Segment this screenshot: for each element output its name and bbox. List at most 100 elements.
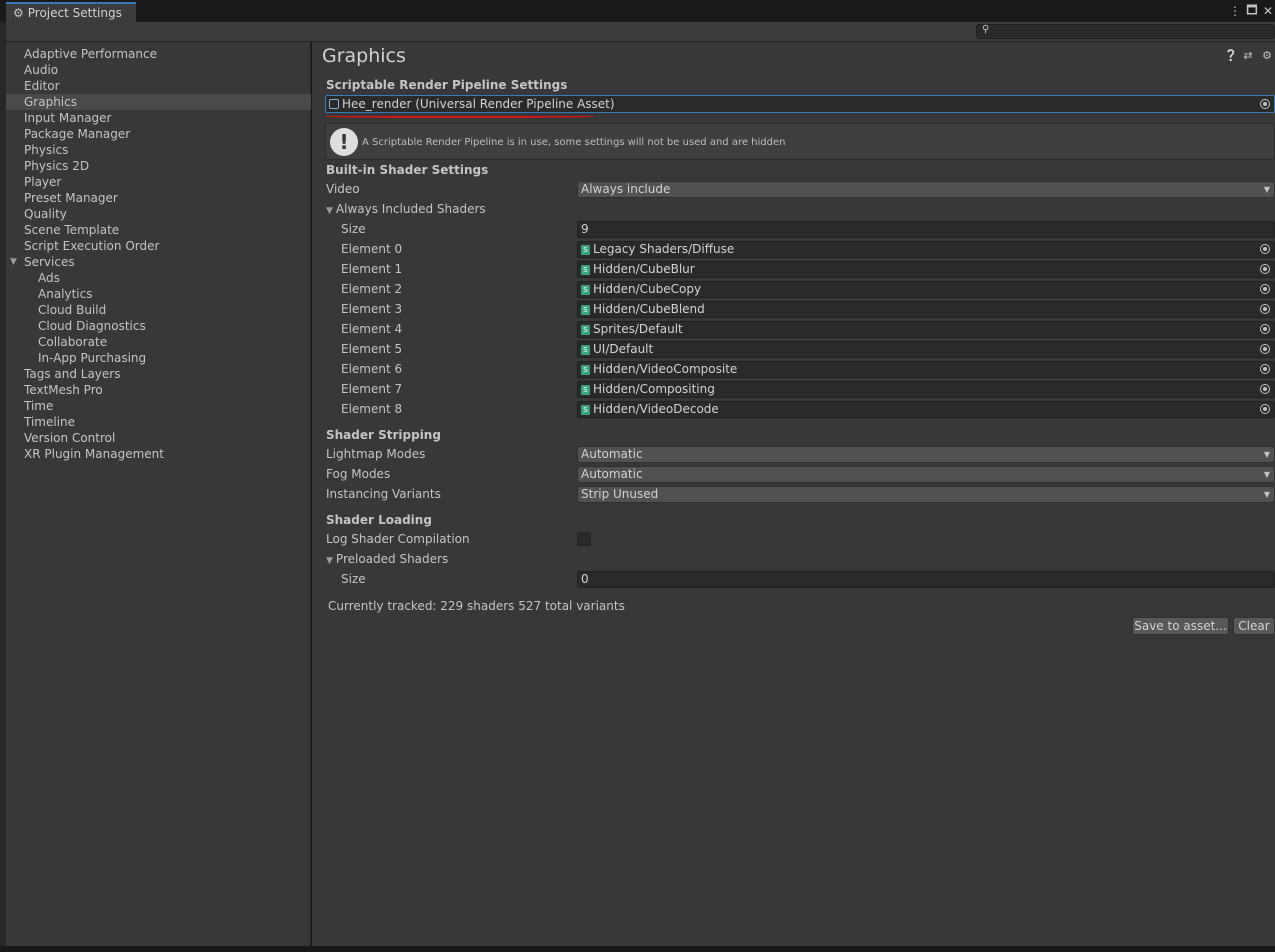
settings-sidebar: Adaptive Performance Audio Editor Graphi… bbox=[6, 42, 311, 946]
sidebar-item-collaborate[interactable]: Collaborate bbox=[6, 334, 311, 350]
dropdown-caret-icon: ▼ bbox=[1263, 490, 1270, 499]
sidebar-item-physics-2d[interactable]: Physics 2D bbox=[6, 158, 311, 174]
help-message: A Scriptable Render Pipeline is in use, … bbox=[362, 137, 786, 148]
element-label: Element 3 bbox=[341, 302, 403, 316]
shader-field[interactable]: S Hidden/CubeCopy bbox=[577, 281, 1275, 298]
page-title: Graphics bbox=[322, 45, 406, 67]
log-shader-compilation-checkbox[interactable] bbox=[577, 532, 591, 546]
close-icon[interactable]: ✕ bbox=[1260, 2, 1275, 20]
object-picker-icon[interactable] bbox=[1260, 364, 1270, 374]
sidebar-item-scene-template[interactable]: Scene Template bbox=[6, 222, 311, 238]
preloaded-shaders-foldout[interactable]: ▼ Preloaded Shaders bbox=[326, 552, 448, 566]
sidebar-item-preset-manager[interactable]: Preset Manager bbox=[6, 190, 311, 206]
sidebar-item-input-manager[interactable]: Input Manager bbox=[6, 110, 311, 126]
maximize-icon[interactable]: 🗖 bbox=[1244, 2, 1260, 20]
sidebar-item-cloud-build[interactable]: Cloud Build bbox=[6, 302, 311, 318]
dropdown-value: Strip Unused bbox=[581, 487, 659, 501]
object-picker-icon[interactable] bbox=[1260, 304, 1270, 314]
sidebar-item-player[interactable]: Player bbox=[6, 174, 311, 190]
sidebar-item-tags-and-layers[interactable]: Tags and Layers bbox=[6, 366, 311, 382]
dropdown-caret-icon: ▼ bbox=[1263, 450, 1270, 459]
object-picker-icon[interactable] bbox=[1260, 404, 1270, 414]
presets-icon[interactable]: ⇄ bbox=[1242, 50, 1254, 62]
shader-loading-heading: Shader Loading bbox=[326, 513, 432, 527]
sidebar-item-version-control[interactable]: Version Control bbox=[6, 430, 311, 446]
settings-icon[interactable]: ⚙ bbox=[1261, 50, 1273, 62]
lightmap-modes-label: Lightmap Modes bbox=[326, 447, 426, 461]
instancing-variants-dropdown[interactable]: Strip Unused ▼ bbox=[577, 486, 1275, 503]
tab-project-settings[interactable]: ⚙ Project Settings bbox=[6, 2, 136, 22]
sidebar-item-analytics[interactable]: Analytics bbox=[6, 286, 311, 302]
element-label: Element 7 bbox=[341, 382, 403, 396]
sidebar-item-adaptive-performance[interactable]: Adaptive Performance bbox=[6, 46, 311, 62]
log-shader-compilation-label: Log Shader Compilation bbox=[326, 532, 470, 546]
clear-button[interactable]: Clear bbox=[1233, 617, 1275, 635]
shader-icon: S bbox=[581, 384, 590, 395]
dropdown-caret-icon: ▼ bbox=[1263, 185, 1270, 194]
warning-icon: ! bbox=[330, 128, 358, 156]
sidebar-item-textmesh-pro[interactable]: TextMesh Pro bbox=[6, 382, 311, 398]
render-pipeline-asset-field[interactable]: Hee_render (Universal Render Pipeline As… bbox=[325, 95, 1275, 113]
sidebar-item-package-manager[interactable]: Package Manager bbox=[6, 126, 311, 142]
element-label: Element 5 bbox=[341, 342, 403, 356]
tab-title: Project Settings bbox=[27, 6, 122, 20]
builtin-shader-heading: Built-in Shader Settings bbox=[326, 163, 489, 177]
save-to-asset-button[interactable]: Save to asset... bbox=[1132, 617, 1229, 635]
shader-field[interactable]: S Hidden/CubeBlend bbox=[577, 301, 1275, 318]
foldout-triangle-icon: ▼ bbox=[326, 556, 333, 566]
always-included-shaders-foldout[interactable]: ▼ Always Included Shaders bbox=[326, 202, 486, 216]
sidebar-item-timeline[interactable]: Timeline bbox=[6, 414, 311, 430]
shader-field[interactable]: S UI/Default bbox=[577, 341, 1275, 358]
shader-field[interactable]: S Hidden/VideoDecode bbox=[577, 401, 1275, 418]
sidebar-item-in-app-purchasing[interactable]: In-App Purchasing bbox=[6, 350, 311, 366]
search-input[interactable]: ⚲ bbox=[976, 24, 1275, 39]
always-included-size-field[interactable]: 9 bbox=[577, 221, 1275, 238]
help-icon[interactable]: ❔ bbox=[1224, 50, 1238, 62]
sidebar-item-xr-plugin-management[interactable]: XR Plugin Management bbox=[6, 446, 311, 462]
object-picker-icon[interactable] bbox=[1260, 284, 1270, 294]
sidebar-item-physics[interactable]: Physics bbox=[6, 142, 311, 158]
expand-triangle-icon[interactable]: ▼ bbox=[10, 254, 17, 270]
shader-value: Sprites/Default bbox=[593, 322, 683, 336]
lightmap-modes-dropdown[interactable]: Automatic ▼ bbox=[577, 446, 1275, 463]
sidebar-item-script-execution-order[interactable]: Script Execution Order bbox=[6, 238, 311, 254]
sidebar-item-editor[interactable]: Editor bbox=[6, 78, 311, 94]
shader-field[interactable]: S Sprites/Default bbox=[577, 321, 1275, 338]
dropdown-value: Automatic bbox=[581, 467, 643, 481]
foldout-label: Always Included Shaders bbox=[335, 202, 486, 216]
sidebar-item-graphics[interactable]: Graphics bbox=[6, 94, 311, 110]
sidebar-item-audio[interactable]: Audio bbox=[6, 62, 311, 78]
shader-field[interactable]: S Hidden/Compositing bbox=[577, 381, 1275, 398]
element-label: Element 2 bbox=[341, 282, 403, 296]
more-icon[interactable]: ⋮ bbox=[1227, 2, 1243, 20]
sidebar-item-time[interactable]: Time bbox=[6, 398, 311, 414]
instancing-variants-label: Instancing Variants bbox=[326, 487, 441, 501]
preloaded-size-field[interactable]: 0 bbox=[577, 571, 1275, 588]
shader-value: Hidden/VideoDecode bbox=[593, 402, 719, 416]
srp-help-box: ! A Scriptable Render Pipeline is in use… bbox=[325, 123, 1275, 160]
graphics-settings-panel: Graphics ❔ ⇄ ⚙ Scriptable Render Pipelin… bbox=[312, 42, 1275, 946]
sidebar-item-services[interactable]: ▼ Services bbox=[6, 254, 311, 270]
object-picker-icon[interactable] bbox=[1260, 384, 1270, 394]
shader-stripping-heading: Shader Stripping bbox=[326, 428, 441, 442]
sidebar-item-quality[interactable]: Quality bbox=[6, 206, 311, 222]
srp-heading: Scriptable Render Pipeline Settings bbox=[326, 78, 568, 92]
video-dropdown-value: Always include bbox=[581, 182, 671, 196]
render-pipeline-asset-value: Hee_render (Universal Render Pipeline As… bbox=[342, 97, 615, 111]
shader-field[interactable]: S Legacy Shaders/Diffuse bbox=[577, 241, 1275, 258]
object-picker-icon[interactable] bbox=[1260, 264, 1270, 274]
fog-modes-dropdown[interactable]: Automatic ▼ bbox=[577, 466, 1275, 483]
shader-icon: S bbox=[581, 404, 590, 415]
shader-field[interactable]: S Hidden/VideoComposite bbox=[577, 361, 1275, 378]
sidebar-item-cloud-diagnostics[interactable]: Cloud Diagnostics bbox=[6, 318, 311, 334]
object-picker-icon[interactable] bbox=[1260, 344, 1270, 354]
object-picker-icon[interactable] bbox=[1260, 99, 1270, 109]
video-dropdown[interactable]: Always include ▼ bbox=[577, 181, 1275, 198]
object-picker-icon[interactable] bbox=[1260, 244, 1270, 254]
video-label: Video bbox=[326, 182, 360, 196]
sidebar-item-label: Services bbox=[24, 255, 75, 269]
sidebar-item-ads[interactable]: Ads bbox=[6, 270, 311, 286]
element-label: Element 6 bbox=[341, 362, 403, 376]
object-picker-icon[interactable] bbox=[1260, 324, 1270, 334]
shader-field[interactable]: S Hidden/CubeBlur bbox=[577, 261, 1275, 278]
